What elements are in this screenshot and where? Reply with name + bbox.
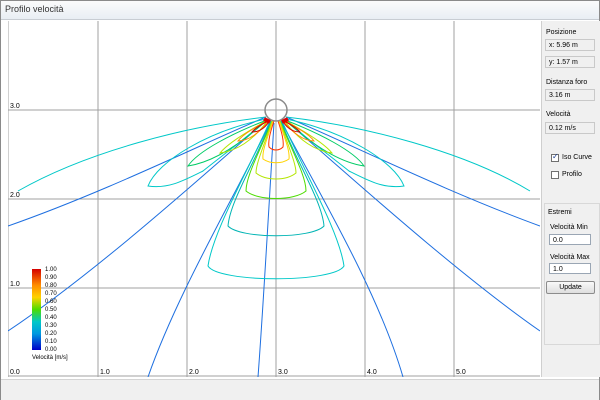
extremes-label: Estremi [548, 209, 572, 216]
x-tick-2: 2.0 [189, 369, 199, 376]
profile-label[interactable]: Profilo [562, 171, 582, 178]
iso-curves [17, 116, 531, 280]
window-title: Profilo velocità [5, 4, 64, 14]
app-window: Profilo velocità 0.0 1.0 2.0 3.0 4.0 5.0… [0, 0, 600, 400]
colorbar-tick: 0.40 [45, 315, 57, 321]
colorbar-tick: 0.50 [45, 307, 57, 313]
iso-curve [17, 116, 267, 192]
y-tick-1: 1.0 [10, 281, 20, 288]
iso-curve-label[interactable]: Iso Curve [562, 154, 592, 161]
colorbar-tick: 1.00 [45, 267, 57, 273]
x-tick-5: 5.0 [456, 369, 466, 376]
vmax-input[interactable]: 1.0 [549, 263, 591, 274]
status-bar [1, 379, 599, 400]
vmax-label: Velocità Max [550, 254, 590, 261]
colorbar-tick: 0.60 [45, 299, 57, 305]
iso-curve-checkbox[interactable] [551, 152, 559, 162]
colorbar-tick: 0.00 [45, 347, 57, 353]
colorbar-tick: 0.10 [45, 339, 57, 345]
velocity-label: Velocità [546, 111, 571, 118]
x-tick-4: 4.0 [367, 369, 377, 376]
x-tick-0: 0.0 [10, 369, 20, 376]
colorbar-tick: 0.90 [45, 275, 57, 281]
colorbar-title: Velocità [m/s] [32, 355, 68, 361]
plot-svg[interactable]: 0.0 1.0 2.0 3.0 4.0 5.0 3.0 2.0 1.0 1.00… [7, 21, 541, 378]
iso-curve [285, 116, 531, 192]
x-tick-3: 3.0 [278, 369, 288, 376]
y-tick-3: 3.0 [10, 103, 20, 110]
velocity-value: 0.12 m/s [545, 122, 595, 134]
side-panel: Posizione x: 5.96 m y: 1.57 m Distanza f… [541, 21, 600, 377]
colorbar-tick: 0.20 [45, 331, 57, 337]
x-value: x: 5.96 m [545, 39, 595, 51]
colorbar-bar [32, 269, 41, 350]
flow-lines [7, 116, 541, 378]
vmin-input[interactable]: 0.0 [549, 234, 591, 245]
position-label: Posizione [546, 29, 577, 36]
distance-label: Distanza foro [546, 79, 588, 86]
colorbar-tick: 0.30 [45, 323, 57, 329]
update-button[interactable]: Update [546, 281, 595, 294]
grid [7, 21, 540, 377]
colorbar-tick: 0.80 [45, 283, 57, 289]
plot-canvas[interactable]: 0.0 1.0 2.0 3.0 4.0 5.0 3.0 2.0 1.0 1.00… [7, 21, 541, 378]
x-tick-labels: 0.0 1.0 2.0 3.0 4.0 5.0 [10, 369, 466, 376]
profile-checkbox[interactable] [551, 171, 559, 179]
vmin-label: Velocità Min [550, 224, 588, 231]
colorbar-tick: 0.70 [45, 291, 57, 297]
colorbar: 1.00 0.90 0.80 0.70 0.60 0.50 0.40 0.30 … [32, 267, 68, 361]
y-value: y: 1.57 m [545, 56, 595, 68]
iso-curve [147, 118, 267, 188]
y-tick-labels: 3.0 2.0 1.0 [10, 103, 20, 288]
title-bar: Profilo velocità [1, 1, 599, 20]
distance-value: 3.16 m [545, 89, 595, 101]
x-tick-1: 1.0 [100, 369, 110, 376]
y-tick-2: 2.0 [10, 192, 20, 199]
iso-curve [285, 118, 405, 188]
